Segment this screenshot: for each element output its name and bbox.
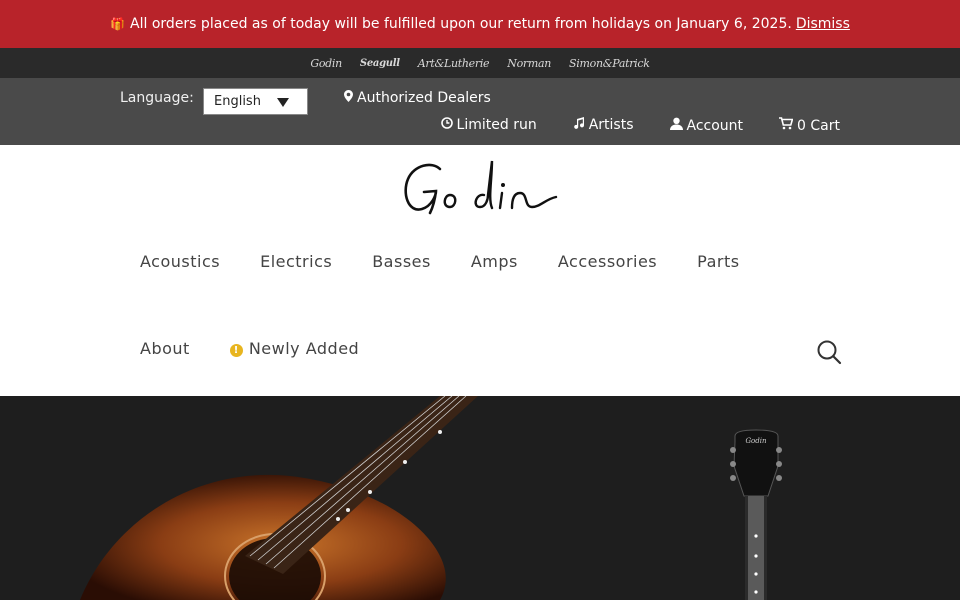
- brand-logo-simon-patrick[interactable]: Simon&Patrick: [565, 57, 654, 70]
- nav-accessories[interactable]: Accessories: [558, 252, 657, 271]
- hero-guitar-image: Godin: [80, 396, 782, 600]
- nav-amps[interactable]: Amps: [471, 252, 518, 271]
- nav-parts[interactable]: Parts: [697, 252, 739, 271]
- brand-logo-seagull[interactable]: Seagull: [356, 58, 404, 69]
- godin-logo[interactable]: [400, 155, 560, 217]
- caret-down-icon: [277, 98, 289, 107]
- authorized-dealers-link[interactable]: Authorized Dealers: [344, 90, 491, 106]
- cart-label: 0 Cart: [797, 118, 840, 134]
- newly-added-label: Newly Added: [248, 339, 360, 358]
- brand-family-bar: Godin Seagull Art&Lutherie Norman Simon&…: [0, 48, 960, 78]
- account-link[interactable]: Account: [669, 117, 744, 134]
- gift-icon: 🎁: [110, 17, 126, 31]
- announcement-text: All orders placed as of today will be fu…: [130, 16, 792, 32]
- account-label: Account: [686, 118, 744, 134]
- music-note-icon: [573, 117, 585, 132]
- cart-link[interactable]: 0 Cart: [779, 117, 840, 134]
- dismiss-link[interactable]: Dismiss: [796, 16, 850, 32]
- nav-about[interactable]: About: [140, 339, 190, 358]
- clock-icon: [440, 117, 453, 132]
- search-icon[interactable]: [816, 339, 842, 365]
- utility-bar: Language: English Authorized Dealers Lim…: [0, 78, 960, 145]
- language-label: Language:: [120, 90, 194, 106]
- limited-run-label: Limited run: [456, 117, 537, 133]
- announcement-bar: 🎁 All orders placed as of today will be …: [0, 0, 960, 48]
- brand-logo-art-lutherie[interactable]: Art&Lutherie: [414, 57, 494, 70]
- language-select[interactable]: English: [203, 88, 308, 115]
- language-value: English: [214, 94, 261, 109]
- map-marker-icon: [344, 90, 353, 105]
- cart-icon: [779, 117, 794, 133]
- authorized-dealers-label: Authorized Dealers: [357, 90, 491, 106]
- brand-logo-godin[interactable]: Godin: [306, 57, 346, 70]
- secondary-nav: About ! Newly Added: [140, 339, 359, 358]
- limited-run-link[interactable]: Limited run: [440, 117, 537, 134]
- primary-nav: Acoustics Electrics Basses Amps Accessor…: [140, 252, 740, 271]
- brand-logo-norman[interactable]: Norman: [503, 57, 555, 70]
- svg-text:Godin: Godin: [745, 437, 767, 445]
- artists-label: Artists: [588, 117, 634, 133]
- nav-acoustics[interactable]: Acoustics: [140, 252, 220, 271]
- nav-electrics[interactable]: Electrics: [260, 252, 332, 271]
- main-header: Acoustics Electrics Basses Amps Accessor…: [0, 145, 960, 396]
- nav-newly-added[interactable]: ! Newly Added: [229, 339, 360, 358]
- hero-banner: Godin: [0, 396, 960, 600]
- exclamation-icon: !: [229, 344, 243, 357]
- user-icon: [669, 117, 683, 133]
- nav-basses[interactable]: Basses: [372, 252, 431, 271]
- artists-link[interactable]: Artists: [573, 117, 634, 134]
